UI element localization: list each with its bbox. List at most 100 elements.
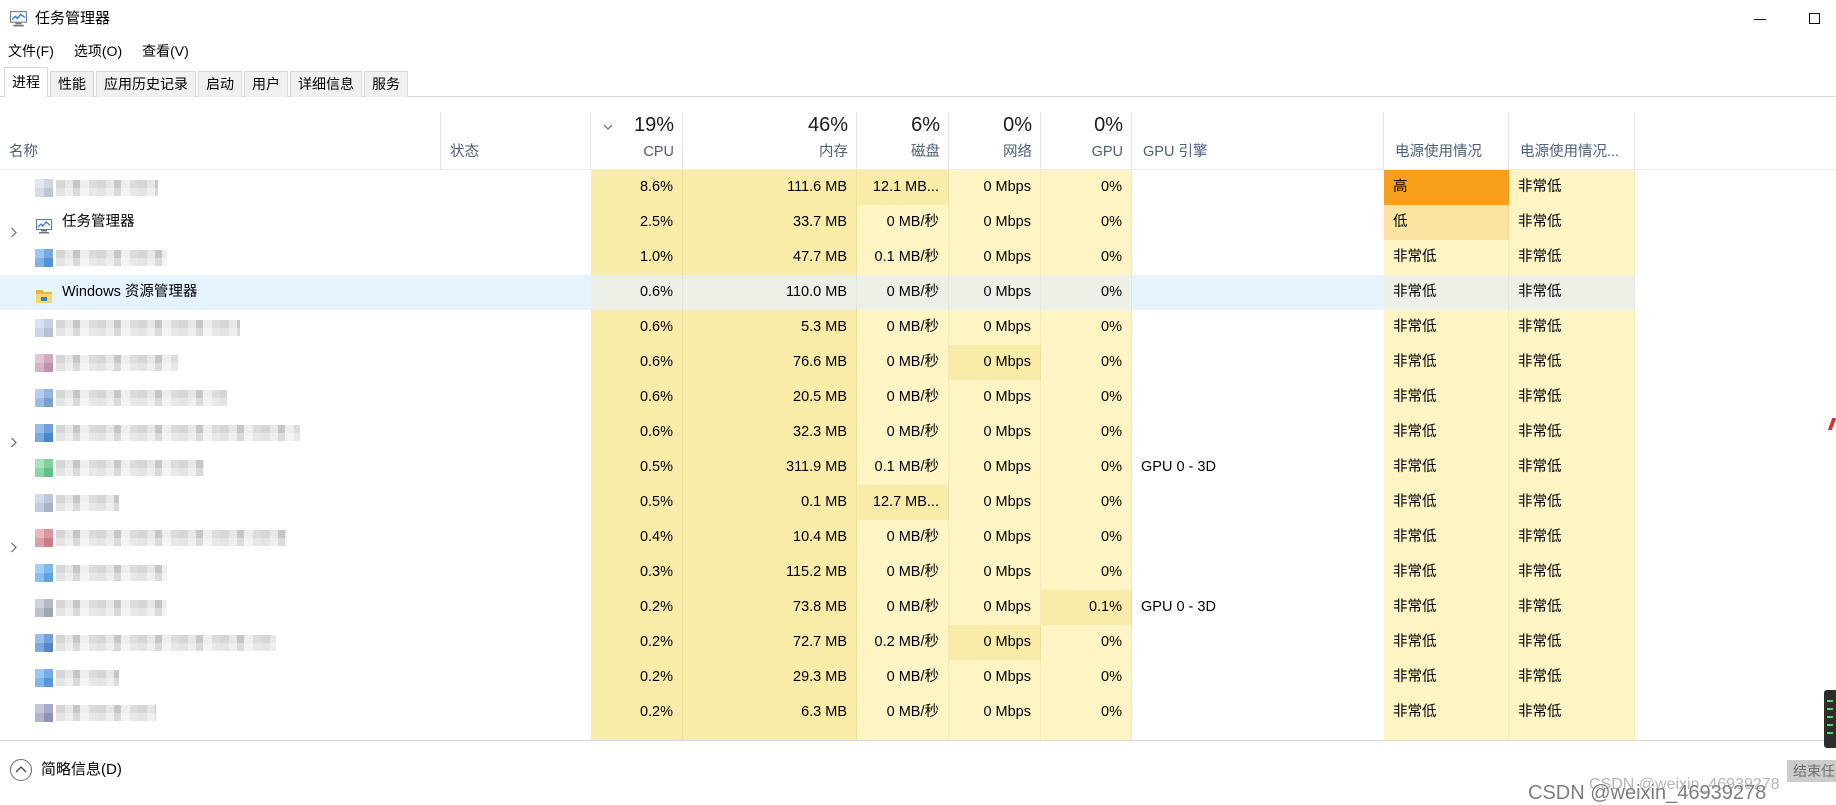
- power-trend-cell: 非常低: [1509, 625, 1635, 660]
- process-row[interactable]: 0.2% 29.3 MB 0 MB/秒 0 Mbps 0% 非常低 非常低: [0, 660, 1836, 695]
- memory-cell: 110.0 MB: [683, 275, 857, 310]
- gpu-cell: 0%: [1041, 520, 1132, 555]
- status-cell: [441, 345, 591, 380]
- process-name: Windows 资源管理器: [62, 284, 198, 300]
- status-cell: [441, 555, 591, 590]
- menu-view[interactable]: 查看(V): [142, 40, 189, 62]
- disk-cell: 0 MB/秒: [857, 695, 949, 730]
- process-row[interactable]: 0.3% 115.2 MB 0 MB/秒 0 Mbps 0% 非常低 非常低: [0, 555, 1836, 590]
- row-filler: [1635, 380, 1836, 415]
- column-label: 电源使用情况...: [1520, 144, 1620, 160]
- maximize-button[interactable]: [1790, 0, 1836, 37]
- process-row[interactable]: 0.5% 311.9 MB 0.1 MB/秒 0 Mbps 0% GPU 0 - 3D 非常…: [0, 450, 1836, 485]
- cpu-cell: 0.6%: [591, 310, 683, 345]
- memory-cell: 73.8 MB: [683, 590, 857, 625]
- power-trend-cell: 非常低: [1509, 590, 1635, 625]
- menu-options[interactable]: 选项(O): [74, 40, 122, 62]
- tab-startup[interactable]: 启动: [198, 71, 242, 97]
- menu-bar: 文件(F) 选项(O) 查看(V): [8, 40, 209, 62]
- power-trend-cell: 非常低: [1509, 415, 1635, 450]
- gpu-engine-cell: [1132, 555, 1384, 590]
- chevron-right-icon[interactable]: [10, 427, 18, 448]
- power-trend-cell: 非常低: [1509, 240, 1635, 275]
- gpu-cell: 0%: [1041, 240, 1132, 275]
- chevron-right-icon[interactable]: [10, 532, 18, 553]
- column-header-name[interactable]: 名称: [0, 112, 441, 169]
- cpu-cell: 0.6%: [591, 345, 683, 380]
- tab-users[interactable]: 用户: [244, 71, 288, 97]
- tab-details[interactable]: 详细信息: [290, 71, 362, 97]
- process-row[interactable]: 0.2% 72.7 MB 0.2 MB/秒 0 Mbps 0% 非常低 非常低: [0, 625, 1836, 660]
- memory-cell: 115.2 MB: [683, 555, 857, 590]
- process-name-cell: [0, 625, 441, 660]
- memory-cell: 76.6 MB: [683, 345, 857, 380]
- row-filler: [1635, 695, 1836, 730]
- column-label: 网络: [1003, 144, 1032, 160]
- memory-cell: 311.9 MB: [683, 450, 857, 485]
- column-header-cpu[interactable]: 19% CPU: [591, 112, 683, 169]
- process-row[interactable]: 0.5% 0.1 MB 12.7 MB... 0 Mbps 0% 非常低 非常低: [0, 485, 1836, 520]
- tab-services[interactable]: 服务: [364, 71, 408, 97]
- process-row[interactable]: 0.6% 76.6 MB 0 MB/秒 0 Mbps 0% 非常低 非常低: [0, 345, 1836, 380]
- row-filler: [1635, 275, 1836, 310]
- end-task-button[interactable]: 结束任: [1787, 760, 1836, 782]
- redacted-process-name: [56, 460, 204, 476]
- gpu-engine-cell: [1132, 730, 1384, 740]
- column-header-power-usage-trend[interactable]: 电源使用情况...: [1509, 112, 1635, 169]
- column-label: 内存: [819, 144, 848, 160]
- network-cell: 0 Mbps: [949, 555, 1041, 590]
- process-row[interactable]: 0.2% 6.3 MB 0 MB/秒 0 Mbps 0% 非常低 非常低: [0, 695, 1836, 730]
- column-header-gpu-engine[interactable]: GPU 引擎: [1132, 112, 1384, 169]
- process-row[interactable]: 0.6% 32.3 MB 0 MB/秒 0 Mbps 0% 非常低 非常低: [0, 415, 1836, 450]
- app-icon: [35, 424, 53, 442]
- row-filler: [1635, 590, 1836, 625]
- gpu-engine-cell: [1132, 275, 1384, 310]
- column-header-network[interactable]: 0% 网络: [949, 112, 1041, 169]
- process-row[interactable]: 0.2% 73.8 MB 0 MB/秒 0 Mbps 0.1% GPU 0 - 3D 非常低…: [0, 590, 1836, 625]
- footer-bar: 简略信息(D) 结束任: [0, 740, 1836, 805]
- column-label: CPU: [643, 144, 674, 160]
- tab-app-history[interactable]: 应用历史记录: [96, 71, 196, 97]
- process-row[interactable]: 0.6% 20.5 MB 0 MB/秒 0 Mbps 0% 非常低 非常低: [0, 380, 1836, 415]
- power-cell: 低: [1384, 205, 1509, 240]
- disk-cell: 0 MB/秒: [857, 380, 949, 415]
- process-name-cell: [0, 170, 441, 205]
- chevron-right-icon[interactable]: [10, 217, 18, 238]
- disk-cell: 0 MB/秒: [857, 555, 949, 590]
- column-header-status[interactable]: 状态: [441, 112, 591, 169]
- status-cell: [441, 240, 591, 275]
- status-cell: [441, 730, 591, 740]
- column-header-gpu[interactable]: 0% GPU: [1041, 112, 1132, 169]
- process-row[interactable]: 任务管理器 2.5% 33.7 MB 0 MB/秒 0 Mbps 0% 低非常低: [0, 205, 1836, 240]
- disk-cell: 0 MB/秒: [857, 345, 949, 380]
- process-row[interactable]: 1.0% 47.7 MB 0.1 MB/秒 0 Mbps 0% 非常低 非常低: [0, 240, 1836, 275]
- gpu-cell: 0%: [1041, 660, 1132, 695]
- gpu-engine-cell: [1132, 485, 1384, 520]
- tab-performance[interactable]: 性能: [50, 71, 94, 97]
- disk-cell: 0.1 MB/秒: [857, 450, 949, 485]
- app-icon: [35, 494, 53, 512]
- tab-processes[interactable]: 进程: [4, 67, 48, 97]
- process-list: 8.6% 111.6 MB 12.1 MB... 0 Mbps 0% 高非常低 任务管理器 2…: [0, 170, 1836, 740]
- column-header-memory[interactable]: 46% 内存: [683, 112, 857, 169]
- disk-cell: 0 MB/秒: [857, 275, 949, 310]
- column-header-power-usage[interactable]: 电源使用情况: [1384, 112, 1509, 169]
- fewer-details-button[interactable]: 简略信息(D): [9, 758, 139, 782]
- process-row[interactable]: 0.4% 10.4 MB 0 MB/秒 0 Mbps 0% 非常低 非常低: [0, 520, 1836, 555]
- disk-cell: [857, 730, 949, 740]
- minimize-button[interactable]: [1737, 0, 1783, 37]
- row-filler: [1635, 415, 1836, 450]
- memory-total-usage: 46%: [807, 114, 848, 136]
- gpu-cell: [1041, 730, 1132, 740]
- column-header-disk[interactable]: 6% 磁盘: [857, 112, 949, 169]
- network-cell: 0 Mbps: [949, 625, 1041, 660]
- disk-cell: 12.1 MB...: [857, 170, 949, 205]
- process-row[interactable]: 0.6% 5.3 MB 0 MB/秒 0 Mbps 0% 非常低 非常低: [0, 310, 1836, 345]
- power-trend-cell: 非常低: [1509, 205, 1635, 240]
- cpu-cell: [591, 730, 683, 740]
- menu-file[interactable]: 文件(F): [8, 40, 54, 62]
- process-row[interactable]: 8.6% 111.6 MB 12.1 MB... 0 Mbps 0% 高非常低: [0, 170, 1836, 205]
- process-row[interactable]: Windows 资源管理器 0.6% 110.0 MB 0 MB/秒 0 Mbps 0% 非…: [0, 275, 1836, 310]
- network-cell: 0 Mbps: [949, 450, 1041, 485]
- row-filler: [1635, 485, 1836, 520]
